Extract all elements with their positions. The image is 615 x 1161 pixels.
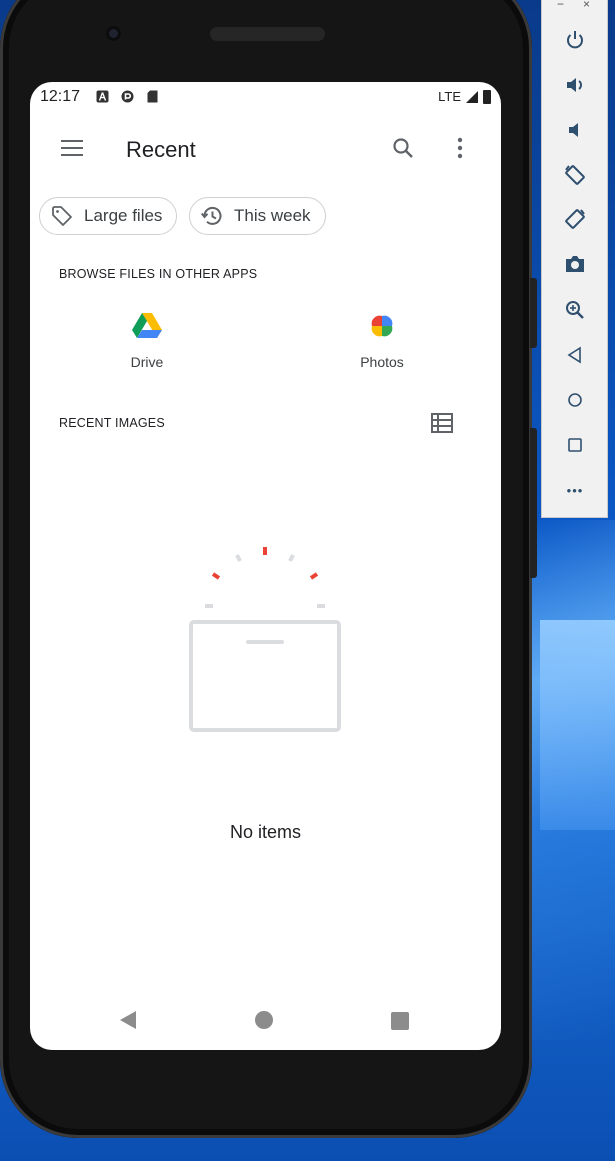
overview-icon: [568, 438, 582, 452]
app-tile-drive[interactable]: Drive: [87, 310, 207, 370]
google-photos-icon: [371, 315, 393, 337]
battery-icon: [483, 89, 491, 104]
rotate-right-button[interactable]: [561, 205, 589, 233]
volume-down-button[interactable]: [561, 116, 589, 144]
more-vert-icon[interactable]: [450, 136, 470, 160]
close-button[interactable]: ×: [583, 0, 590, 11]
chip-label: This week: [234, 206, 311, 225]
search-icon[interactable]: [391, 136, 415, 160]
menu-icon[interactable]: [61, 140, 83, 156]
phone-screen: 12:17 LTE Recent Large files This week B…: [30, 82, 501, 1050]
status-system-icons: LTE: [438, 89, 491, 104]
power-icon: [567, 31, 583, 49]
more-icon: •••: [566, 482, 584, 498]
volume-up-button[interactable]: [561, 71, 589, 99]
tag-icon: [52, 206, 72, 226]
status-bar: 12:17 LTE: [30, 82, 501, 112]
app-label: Photos: [360, 354, 404, 370]
screenshot-button[interactable]: [561, 250, 589, 278]
phone-volume-key[interactable]: [530, 428, 537, 578]
rotate-right-icon: [565, 209, 585, 229]
navigation-bar: [30, 1000, 501, 1042]
network-type: LTE: [438, 89, 461, 104]
zoom-icon: [566, 301, 584, 319]
sd-card-icon: [147, 90, 158, 103]
zoom-button[interactable]: [561, 296, 589, 324]
section-title-browse: BROWSE FILES IN OTHER APPS: [59, 267, 258, 281]
phone-power-key[interactable]: [530, 278, 537, 348]
history-icon: [201, 206, 222, 225]
empty-state-text: No items: [229, 822, 301, 842]
app-bar: Recent: [30, 120, 501, 176]
status-notification-icons: [96, 90, 159, 103]
camera-icon: [566, 256, 584, 272]
emulator-more-button[interactable]: •••: [561, 476, 589, 504]
emulator-overview-button[interactable]: [561, 431, 589, 459]
signal-icon: [466, 90, 478, 103]
empty-state-illustration: [189, 547, 341, 732]
google-drive-icon: [132, 313, 162, 338]
chip-label: Large files: [84, 206, 163, 225]
list-view-icon[interactable]: [431, 413, 453, 433]
emulator-toolbar: − × •••: [541, 0, 608, 518]
window-controls: − ×: [542, 0, 609, 11]
home-icon[interactable]: [255, 1011, 273, 1029]
volume-up-icon: [567, 78, 582, 92]
volume-down-icon: [569, 123, 578, 137]
notification-a-icon: [96, 90, 109, 103]
front-camera: [106, 26, 121, 41]
power-button[interactable]: [561, 26, 589, 54]
earpiece-speaker: [210, 27, 325, 41]
recents-icon[interactable]: [391, 1012, 409, 1030]
rotate-left-button[interactable]: [561, 161, 589, 189]
chip-large-files[interactable]: Large files: [39, 197, 178, 235]
emulator-home-button[interactable]: [561, 386, 589, 414]
app-label: Drive: [130, 354, 164, 370]
desktop-wallpaper-highlight: [540, 620, 615, 830]
chip-this-week[interactable]: This week: [189, 197, 326, 235]
emulator-back-button[interactable]: [561, 341, 589, 369]
notification-app-icon: [121, 90, 134, 103]
section-title-recent-images: RECENT IMAGES: [59, 416, 165, 430]
minimize-button[interactable]: −: [557, 0, 564, 11]
status-time: 12:17: [40, 88, 81, 105]
rotate-left-icon: [565, 165, 585, 185]
back-icon: [567, 346, 581, 364]
page-title: Recent: [126, 137, 196, 162]
back-icon[interactable]: [118, 1010, 138, 1030]
app-tile-photos[interactable]: Photos: [322, 310, 442, 370]
home-icon: [568, 393, 582, 407]
